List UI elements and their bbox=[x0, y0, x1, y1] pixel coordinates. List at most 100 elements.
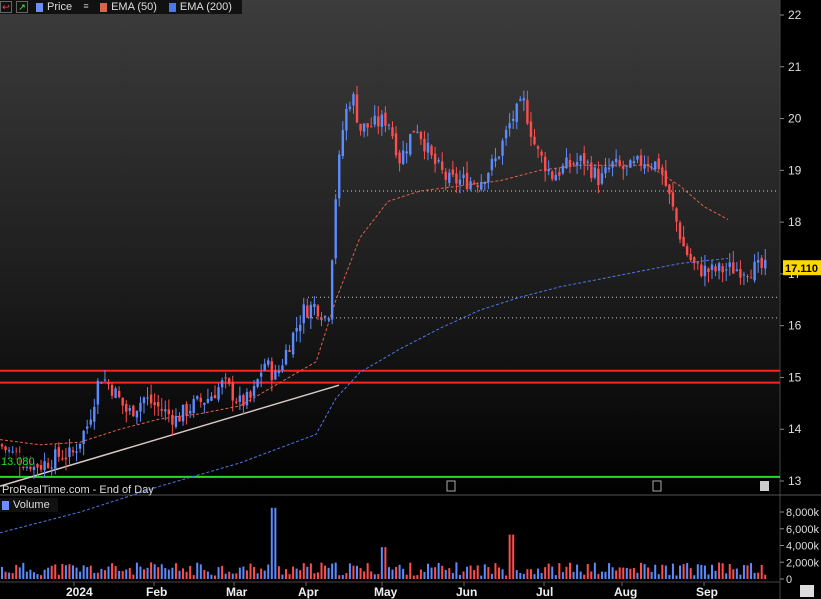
volume-bar bbox=[544, 567, 547, 579]
volume-bar bbox=[668, 575, 671, 579]
candle-body bbox=[341, 130, 344, 157]
volume-bar bbox=[437, 562, 440, 579]
volume-bar bbox=[494, 563, 497, 579]
volume-bar bbox=[604, 571, 607, 579]
candle-body bbox=[469, 181, 472, 190]
legend-price[interactable]: Price bbox=[47, 1, 72, 13]
volume-bar bbox=[657, 574, 660, 579]
candle-body bbox=[483, 182, 486, 185]
candle-body bbox=[451, 169, 455, 175]
volume-bar bbox=[103, 570, 106, 579]
volume-bar bbox=[735, 568, 738, 579]
candle-body bbox=[295, 328, 298, 332]
volume-bar bbox=[561, 572, 564, 579]
candle-body bbox=[526, 99, 529, 124]
candle-body bbox=[657, 158, 660, 169]
volume-bar bbox=[689, 568, 692, 579]
legend-volume[interactable]: Volume bbox=[13, 499, 50, 511]
candle-body bbox=[732, 262, 735, 274]
candle-body bbox=[636, 156, 639, 160]
candle-body bbox=[149, 394, 153, 404]
candle-body bbox=[568, 159, 572, 166]
volume-bar bbox=[57, 574, 60, 579]
volume-bar bbox=[590, 571, 593, 579]
y-tick-label: 15 bbox=[788, 370, 802, 384]
candle-body bbox=[717, 263, 721, 271]
volume-tick-label: 8,000k bbox=[786, 507, 820, 519]
volume-bar bbox=[466, 566, 469, 579]
candle-body bbox=[82, 430, 85, 444]
volume-bar bbox=[554, 575, 557, 579]
volume-bar bbox=[476, 565, 479, 579]
candle-body bbox=[309, 304, 313, 319]
candle-body bbox=[522, 98, 526, 101]
volume-bar bbox=[739, 574, 742, 579]
candle-body bbox=[625, 165, 628, 167]
volume-bar bbox=[185, 571, 188, 579]
legend-ema50[interactable]: EMA (50) bbox=[111, 1, 157, 13]
x-tick-label: Jul bbox=[536, 585, 553, 599]
x-tick-label: Jun bbox=[456, 585, 477, 599]
candle-body bbox=[455, 173, 458, 184]
volume-bar bbox=[196, 562, 199, 579]
candle-body bbox=[650, 167, 653, 169]
volume-bar bbox=[171, 567, 174, 579]
volume-bar bbox=[505, 575, 508, 579]
volume-bar bbox=[682, 564, 685, 579]
candle-body bbox=[142, 397, 146, 404]
candle-body bbox=[433, 153, 437, 164]
candle-body bbox=[515, 103, 518, 122]
volume-bar bbox=[757, 572, 760, 579]
volume-bar bbox=[483, 564, 486, 579]
corner-icon bbox=[800, 585, 814, 597]
volume-bar bbox=[750, 563, 753, 579]
candle-body bbox=[409, 133, 412, 155]
volume-bar bbox=[498, 567, 500, 579]
candle-body bbox=[281, 365, 284, 371]
volume-bar bbox=[164, 568, 167, 579]
volume-bar bbox=[320, 562, 323, 579]
candle-body bbox=[135, 410, 139, 418]
volume-bar bbox=[174, 563, 177, 579]
volume-bar bbox=[40, 575, 43, 579]
volume-bar bbox=[348, 563, 351, 579]
candle-body bbox=[267, 360, 270, 365]
price-swatch bbox=[36, 2, 43, 12]
candle-body bbox=[721, 266, 724, 273]
volume-bar bbox=[331, 563, 334, 579]
volume-bar bbox=[370, 571, 373, 579]
y-tick-label: 18 bbox=[788, 215, 802, 229]
volume-bar bbox=[441, 565, 444, 579]
volume-bar bbox=[157, 567, 160, 579]
volume-bar bbox=[182, 568, 185, 579]
candle-body bbox=[11, 451, 14, 453]
volume-bar bbox=[121, 571, 124, 579]
volume-bar bbox=[217, 567, 220, 579]
legend-ema200[interactable]: EMA (200) bbox=[180, 1, 232, 13]
volume-bar bbox=[725, 573, 728, 579]
candle-body bbox=[139, 402, 142, 412]
volume-bar bbox=[341, 574, 344, 579]
candle-body bbox=[178, 415, 181, 422]
candle-body bbox=[171, 415, 174, 425]
forward-icon[interactable]: ↗ bbox=[16, 1, 28, 13]
volume-bar bbox=[636, 572, 639, 579]
candle-body bbox=[153, 402, 156, 406]
candle-body bbox=[554, 174, 557, 181]
volume-bar bbox=[764, 574, 767, 579]
volume-bar bbox=[189, 565, 192, 579]
candle-body bbox=[742, 274, 746, 276]
menu-icon[interactable]: ≡ bbox=[80, 1, 92, 13]
back-icon[interactable]: ↩ bbox=[0, 1, 12, 13]
candle-body bbox=[494, 158, 497, 162]
volume-bar bbox=[338, 575, 341, 579]
candle-body bbox=[746, 276, 749, 278]
low-marker-label: 13.080 bbox=[1, 456, 35, 468]
x-tick-label: May bbox=[374, 585, 398, 599]
volume-bar bbox=[434, 567, 437, 579]
candle-body bbox=[490, 159, 494, 171]
candle-body bbox=[558, 172, 561, 176]
volume-bar bbox=[760, 564, 763, 579]
candle-body bbox=[50, 467, 53, 469]
candle-body bbox=[338, 154, 341, 199]
